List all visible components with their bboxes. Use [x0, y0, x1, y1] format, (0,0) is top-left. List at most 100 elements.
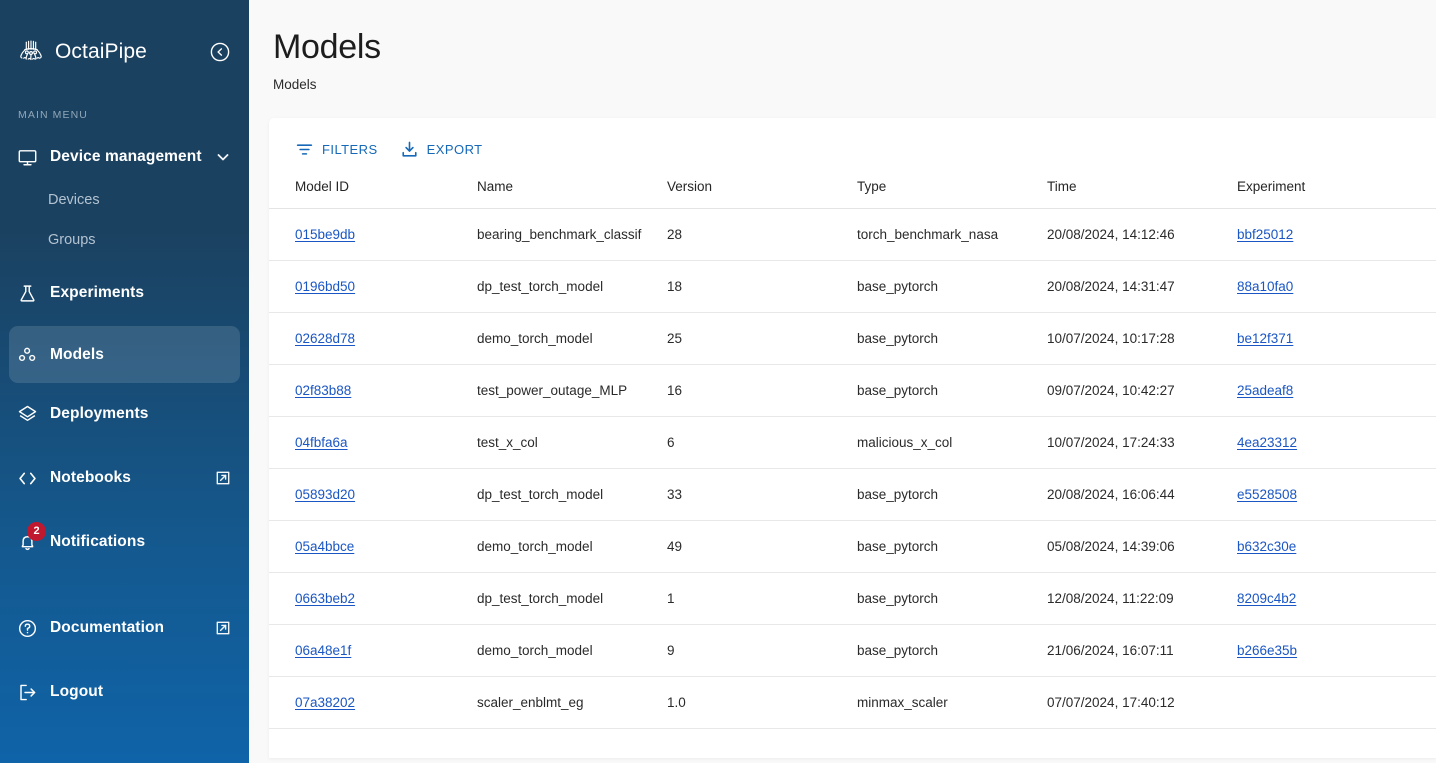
experiment-link[interactable]: bbf25012: [1237, 227, 1293, 242]
model-id-link[interactable]: 05893d20: [295, 487, 355, 502]
sidebar-item-label: Experiments: [50, 284, 145, 301]
sidebar-item-deployments[interactable]: Deployments: [0, 391, 249, 437]
cell-model-id: 05893d20: [269, 468, 477, 522]
experiment-link[interactable]: 8209c4b2: [1237, 591, 1296, 606]
sidebar-item-groups[interactable]: Groups: [0, 220, 249, 260]
chevron-down-icon[interactable]: [215, 149, 231, 165]
sidebar-item-label: Models: [50, 345, 104, 363]
model-id-link[interactable]: 0663beb2: [295, 591, 355, 606]
cell-name: dp_test_torch_model: [477, 260, 667, 314]
model-id-link[interactable]: 015be9db: [295, 227, 355, 242]
column-header-model-id[interactable]: Model ID: [269, 175, 477, 209]
column-header-version[interactable]: Version: [667, 175, 857, 209]
model-id-link[interactable]: 06a48e1f: [295, 643, 351, 658]
cell-type: base_pytorch: [857, 520, 1047, 574]
page-title: Models: [273, 28, 381, 66]
cell-experiment: [1237, 676, 1436, 730]
cell-version: 28: [667, 208, 857, 262]
sidebar-item-experiments[interactable]: Experiments: [0, 270, 249, 316]
export-button[interactable]: EXPORT: [400, 140, 483, 159]
cell-time: 07/07/2024, 17:40:12: [1047, 676, 1237, 730]
models-dots-icon: [16, 344, 38, 366]
table-row[interactable]: 02628d78 demo_torch_model 25 base_pytorch 10…: [269, 312, 1436, 366]
sidebar-item-notifications[interactable]: 2 Notifications: [0, 519, 249, 565]
sidebar-item-models[interactable]: Models: [9, 326, 240, 383]
table-row[interactable]: 05a4bbce demo_torch_model 49 base_pytorch 05…: [269, 520, 1436, 574]
cell-model-id: 07a38202: [269, 676, 477, 730]
cell-name: scaler_enblmt_eg: [477, 676, 667, 730]
cell-version: 33: [667, 468, 857, 522]
layers-icon: [16, 403, 38, 425]
cell-name: demo_torch_model: [477, 520, 667, 574]
cell-experiment: b632c30e: [1237, 520, 1436, 574]
sidebar-item-label: Logout: [50, 683, 104, 700]
model-id-link[interactable]: 04fbfa6a: [295, 435, 348, 450]
experiment-link[interactable]: b266e35b: [1237, 643, 1297, 658]
cell-version: 25: [667, 312, 857, 366]
column-header-experiment[interactable]: Experiment: [1237, 175, 1436, 209]
table-row[interactable]: 0196bd50 dp_test_torch_model 18 base_pytorc…: [269, 260, 1436, 314]
sidebar-item-documentation[interactable]: Documentation: [0, 605, 249, 651]
cell-time: 10/07/2024, 17:24:33: [1047, 416, 1237, 470]
experiment-link[interactable]: b632c30e: [1237, 539, 1296, 554]
sidebar: OctaiPipe MAIN MENU Device management De…: [0, 0, 249, 763]
filters-button[interactable]: FILTERS: [295, 140, 378, 159]
table-row[interactable]: 0663beb2 dp_test_torch_model 1 base_pytorch…: [269, 572, 1436, 626]
sidebar-item-device-management[interactable]: Device management: [0, 134, 249, 180]
cell-experiment: be12f371: [1237, 312, 1436, 366]
cell-model-id: 06a48e1f: [269, 624, 477, 678]
cell-model-id: 02628d78: [269, 312, 477, 366]
external-link-icon[interactable]: [215, 470, 231, 486]
cell-experiment: e5528508: [1237, 468, 1436, 522]
sidebar-item-notebooks[interactable]: Notebooks: [0, 455, 249, 501]
model-id-link[interactable]: 07a38202: [295, 695, 355, 710]
experiment-link[interactable]: 88a10fa0: [1237, 279, 1293, 294]
cell-experiment: bbf25012: [1237, 208, 1436, 262]
experiment-link[interactable]: 4ea23312: [1237, 435, 1297, 450]
model-id-link[interactable]: 0196bd50: [295, 279, 355, 294]
cell-name: dp_test_torch_model: [477, 572, 667, 626]
filter-funnel-icon: [295, 140, 314, 159]
question-circle-icon: [16, 617, 38, 639]
breadcrumb: Models: [273, 77, 317, 93]
cell-time: 21/06/2024, 16:07:11: [1047, 624, 1237, 678]
cell-type: base_pytorch: [857, 312, 1047, 366]
table-row[interactable]: 07a38202 scaler_enblmt_eg 1.0 minmax_scaler…: [269, 676, 1436, 730]
cell-experiment: b266e35b: [1237, 624, 1436, 678]
model-id-link[interactable]: 05a4bbce: [295, 539, 354, 554]
external-link-icon[interactable]: [215, 620, 231, 636]
column-header-time[interactable]: Time: [1047, 175, 1237, 209]
cell-version: 49: [667, 520, 857, 574]
cell-experiment: 4ea23312: [1237, 416, 1436, 470]
brand-name: OctaiPipe: [55, 40, 147, 63]
table-row[interactable]: 015be9db bearing_benchmark_classif 28 torch…: [269, 208, 1436, 262]
filters-label: FILTERS: [322, 142, 378, 158]
column-header-name[interactable]: Name: [477, 175, 667, 209]
models-table: Model ID Name Version Type Time Experime…: [269, 175, 1436, 730]
table-row[interactable]: 05893d20 dp_test_torch_model 33 base_pytorc…: [269, 468, 1436, 522]
experiment-link[interactable]: e5528508: [1237, 487, 1297, 502]
cell-name: test_power_outage_MLP: [477, 364, 667, 418]
bell-icon: 2: [16, 522, 46, 553]
table-row[interactable]: 04fbfa6a test_x_col 6 malicious_x_col 10/07/…: [269, 416, 1436, 470]
model-id-link[interactable]: 02628d78: [295, 331, 355, 346]
cell-model-id: 015be9db: [269, 208, 477, 262]
cell-version: 1.0: [667, 676, 857, 730]
model-id-link[interactable]: 02f83b88: [295, 383, 351, 398]
experiment-link[interactable]: 25adeaf8: [1237, 383, 1293, 398]
table-row[interactable]: 02f83b88 test_power_outage_MLP 16 base_pyto…: [269, 364, 1436, 418]
cell-type: base_pytorch: [857, 364, 1047, 418]
flask-icon: [16, 282, 38, 304]
sidebar-item-label: Notifications: [50, 533, 146, 550]
experiment-link[interactable]: be12f371: [1237, 331, 1293, 346]
cell-experiment: 8209c4b2: [1237, 572, 1436, 626]
table-row[interactable]: 06a48e1f demo_torch_model 9 base_pytorch 21/…: [269, 624, 1436, 678]
sidebar-item-devices[interactable]: Devices: [0, 180, 249, 220]
column-header-type[interactable]: Type: [857, 175, 1047, 209]
sidebar-item-logout[interactable]: Logout: [0, 669, 249, 715]
cell-type: base_pytorch: [857, 260, 1047, 314]
sidebar-subitem-label: Groups: [48, 232, 96, 248]
collapse-left-circle-icon[interactable]: [209, 41, 231, 63]
export-label: EXPORT: [426, 142, 483, 158]
logout-icon: [16, 681, 38, 703]
